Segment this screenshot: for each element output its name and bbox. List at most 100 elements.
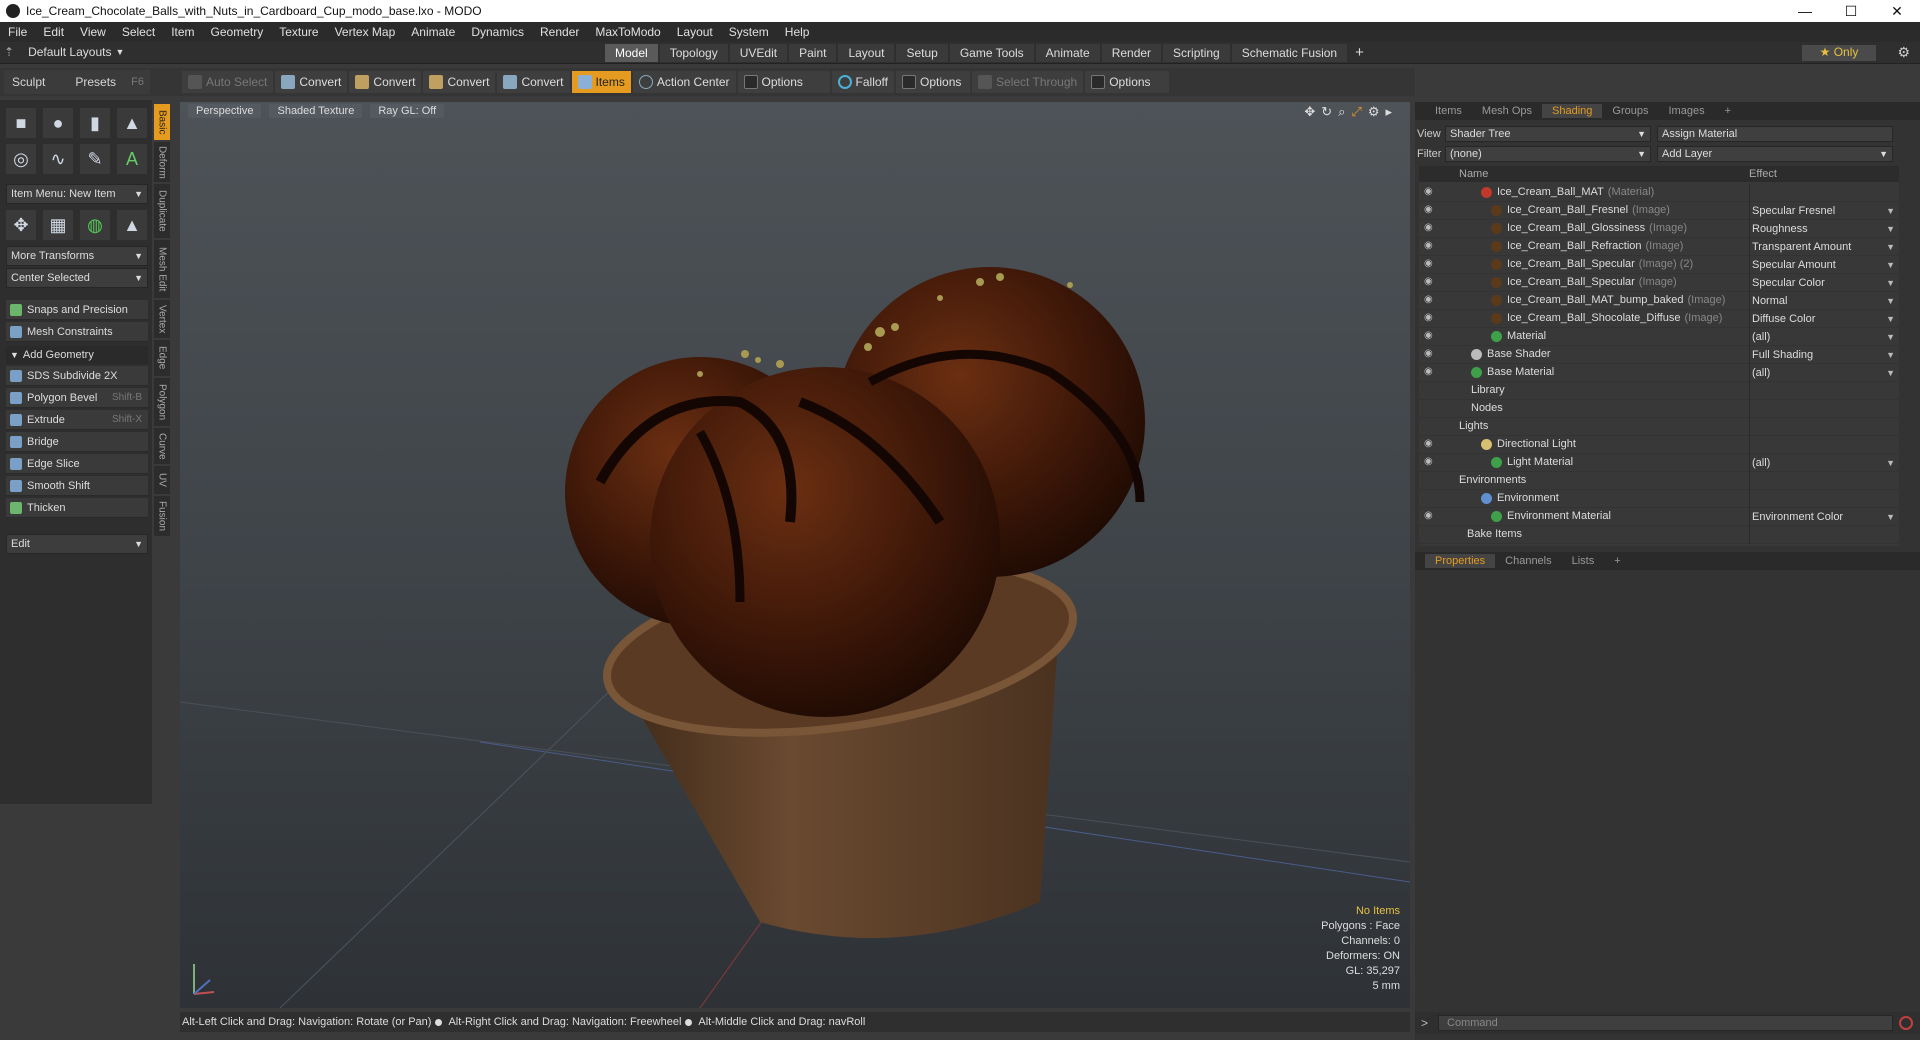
sphere-icon[interactable]: ● [43,108,73,138]
menu-layout[interactable]: Layout [669,25,721,39]
pen-icon[interactable]: ✎ [80,144,110,174]
shader-tree-row[interactable]: Environments [1419,472,1899,490]
vtab-basic[interactable]: Basic [154,104,170,140]
assign-material-button[interactable]: Assign Material [1657,126,1893,142]
visibility-eye-icon[interactable]: ◉ [1424,187,1434,197]
visibility-eye-icon[interactable]: ◉ [1424,457,1434,467]
center-selected-dropdown[interactable]: Center Selected ▼ [6,268,148,288]
shader-tree-row[interactable]: ◉ Base Material (all) ▼ [1419,364,1899,382]
shader-tree-row[interactable]: ◉ Ice_Cream_Ball_Refraction (Image) Transpa… [1419,238,1899,256]
menu-animate[interactable]: Animate [403,25,463,39]
effect-cell[interactable]: (all) ▼ [1749,364,1899,382]
vtab-duplicate[interactable]: Duplicate [154,184,170,238]
convert-vertices-button[interactable]: Convert [275,71,348,93]
scale-icon[interactable]: ▲ [117,210,147,240]
snaps-precision-button[interactable]: Snaps and Precision [6,300,148,320]
record-icon[interactable] [1899,1016,1914,1030]
vtab-deform[interactable]: Deform [154,142,170,182]
shader-tree-row[interactable]: ◉ Environment Material Environment Color ▼ [1419,508,1899,526]
add-geometry-section[interactable]: ▼ Add Geometry [6,346,148,364]
convert-edges-button[interactable]: Convert [349,71,422,93]
tab-layout[interactable]: Layout [838,44,895,62]
effect-cell[interactable]: Normal ▼ [1749,292,1899,310]
fit-icon[interactable]: ⤢ [1351,104,1361,120]
move-icon[interactable]: ✥ [6,210,36,240]
add-tab-button[interactable]: + [1349,44,1370,62]
default-layouts-dropdown[interactable]: ⇡ Default Layouts ▼ [4,45,124,59]
menu-texture[interactable]: Texture [271,25,326,39]
visibility-eye-icon[interactable]: ◉ [1424,295,1434,305]
presets-button[interactable]: Presets [75,75,116,89]
add-layer-dropdown[interactable]: Add Layer ▼ [1657,146,1893,162]
minimize-icon[interactable]: — [1782,3,1828,20]
convert-materials-button[interactable]: Convert [497,71,570,93]
tab-channels[interactable]: Channels [1495,554,1561,568]
menu-edit[interactable]: Edit [35,25,72,39]
select-through-button[interactable]: Select Through [972,71,1084,93]
thicken-button[interactable]: Thicken [6,498,148,518]
shader-tree-row[interactable]: Environment [1419,490,1899,508]
tab-schematic-fusion[interactable]: Schematic Fusion [1231,44,1348,62]
effect-cell[interactable]: Transparent Amount ▼ [1749,238,1899,256]
visibility-eye-icon[interactable]: ◉ [1424,349,1434,359]
menu-render[interactable]: Render [532,25,587,39]
sculpt-button[interactable]: Sculpt [12,75,45,89]
filter-dropdown[interactable]: (none) ▼ [1445,146,1651,162]
tab-groups[interactable]: Groups [1602,104,1658,118]
visibility-eye-icon[interactable]: ◉ [1424,511,1434,521]
tab-items[interactable]: Items [1425,104,1472,118]
bridge-button[interactable]: Bridge [6,432,148,452]
shader-tree-row[interactable]: ◉ Ice_Cream_Ball_Specular (Image) Specular … [1419,274,1899,292]
effect-cell[interactable]: (all) ▼ [1749,454,1899,472]
vtab-polygon[interactable]: Polygon [154,378,170,426]
effect-cell[interactable]: Specular Fresnel ▼ [1749,202,1899,220]
more-transforms-dropdown[interactable]: More Transforms ▼ [6,246,148,266]
effect-cell[interactable]: Specular Amount ▼ [1749,256,1899,274]
text-icon[interactable]: A [117,144,147,174]
3d-viewport[interactable]: Perspective Shaded Texture Ray GL: Off ✥… [180,102,1410,1008]
shader-tree-row[interactable]: ◉ Ice_Cream_Ball_MAT_bump_baked (Image) Nor… [1419,292,1899,310]
ray-gl-toggle[interactable]: Ray GL: Off [370,104,445,118]
pan-icon[interactable]: ✥ [1304,104,1315,120]
cylinder-icon[interactable]: ▮ [80,108,110,138]
mesh-constraints-button[interactable]: Mesh Constraints [6,322,148,342]
viewport-gear-icon[interactable]: ⚙ [1368,104,1380,120]
effect-cell[interactable]: Diffuse Color ▼ [1749,310,1899,328]
view-dropdown[interactable]: Shader Tree ▼ [1445,126,1651,142]
tab-uvedit[interactable]: UVEdit [729,44,788,62]
tab-scripting[interactable]: Scripting [1163,44,1230,62]
vtab-curve[interactable]: Curve [154,428,170,464]
tab-images[interactable]: Images [1659,104,1715,118]
visibility-eye-icon[interactable]: ◉ [1424,205,1434,215]
shader-tree-row[interactable]: Bake Items [1419,526,1899,544]
rotate-icon[interactable]: ◍ [80,210,110,240]
items-mode-button[interactable]: Items [571,71,631,93]
menu-vertex-map[interactable]: Vertex Map [327,25,404,39]
tab-shading[interactable]: Shading [1542,104,1603,118]
grid-icon[interactable]: ▦ [43,210,73,240]
menu-dynamics[interactable]: Dynamics [463,25,532,39]
vtab-fusion[interactable]: Fusion [154,496,170,536]
vtab-edge[interactable]: Edge [154,340,170,376]
visibility-eye-icon[interactable]: ◉ [1424,241,1434,251]
gear-icon[interactable]: ⚙ [1897,44,1910,61]
select-through-options-button[interactable]: Options [1085,71,1170,93]
tab-setup[interactable]: Setup [896,44,948,62]
cone-icon[interactable]: ▲ [117,108,147,138]
item-menu-dropdown[interactable]: Item Menu: New Item ▼ [6,184,148,204]
visibility-eye-icon[interactable]: ◉ [1424,277,1434,287]
shader-tree-row[interactable]: ◉ Ice_Cream_Ball_Fresnel (Image) Specular F… [1419,202,1899,220]
visibility-eye-icon[interactable]: ◉ [1424,313,1434,323]
shader-tree-row[interactable]: Library [1419,382,1899,400]
effect-cell[interactable]: Roughness ▼ [1749,220,1899,238]
shader-tree-row[interactable]: ◉ Ice_Cream_Ball_Shocolate_Diffuse (Image)… [1419,310,1899,328]
tab-topology[interactable]: Topology [659,44,728,62]
tab-render[interactable]: Render [1101,44,1162,62]
shader-tree-row[interactable]: ◉ Base Shader Full Shading ▼ [1419,346,1899,364]
only-button[interactable]: ★ Only [1802,45,1876,61]
maximize-icon[interactable]: ☐ [1828,3,1874,20]
shader-tree-row[interactable]: ◉ Ice_Cream_Ball_Glossiness (Image) Roughne… [1419,220,1899,238]
convert-polygons-button[interactable]: Convert [423,71,496,93]
perspective-toggle[interactable]: Perspective [188,104,262,118]
action-center-button[interactable]: Action Center [632,71,736,93]
